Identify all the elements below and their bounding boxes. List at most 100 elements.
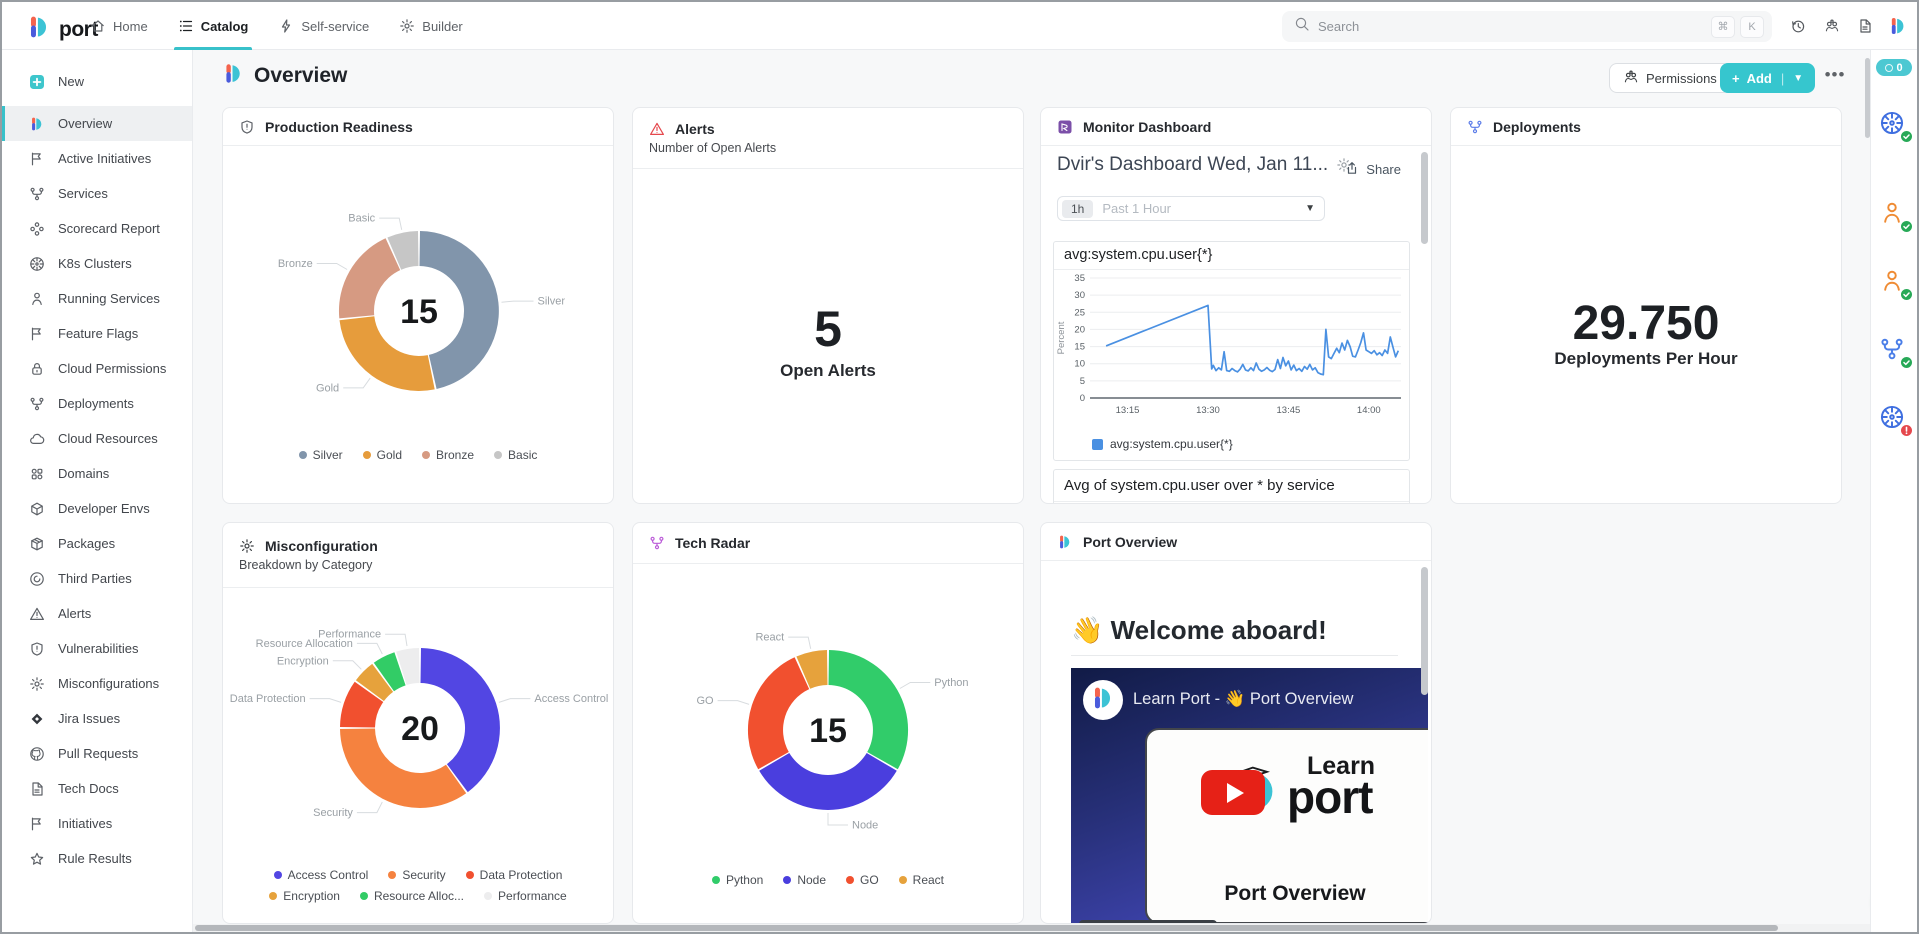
sidebar-item-services[interactable]: Services — [2, 176, 192, 211]
card-scrollbar[interactable] — [1421, 567, 1428, 695]
sidebar-item-cloud-permissions[interactable]: Cloud Permissions — [2, 351, 192, 386]
sidebar-item-domains[interactable]: Domains — [2, 456, 192, 491]
legend-dot — [783, 876, 791, 884]
svg-text:GO: GO — [696, 695, 714, 707]
alert-triangle-icon — [29, 606, 45, 622]
sidebar-item-cloud-resources[interactable]: Cloud Resources — [2, 421, 192, 456]
sidebar-item-initiatives[interactable]: Initiatives — [2, 806, 192, 841]
chart-legend: Access Control Security Data Protection Enc… — [223, 868, 613, 903]
sidebar: New Overview Active Initiatives Services Sco… — [2, 50, 193, 932]
rail-entity-person-ok[interactable] — [1879, 200, 1909, 230]
search-input[interactable]: Search ⌘ K — [1282, 11, 1772, 42]
legend-item[interactable]: React — [899, 873, 944, 887]
legend-item[interactable]: Security — [388, 868, 445, 882]
legend-item[interactable]: Python — [712, 873, 763, 887]
scorecard-icon — [29, 221, 45, 237]
port-logo[interactable]: port — [26, 14, 98, 45]
sidebar-item-running-services[interactable]: Running Services — [2, 281, 192, 316]
svg-text:10: 10 — [1074, 359, 1085, 370]
rail-entity-k8s-error[interactable] — [1879, 404, 1909, 434]
sidebar-item-deployments[interactable]: Deployments — [2, 386, 192, 421]
video-title[interactable]: Learn Port - 👋 Port Overview — [1133, 690, 1353, 709]
horizontal-scrollbar[interactable] — [193, 924, 1870, 932]
sidebar-item-pull-requests[interactable]: Pull Requests — [2, 736, 192, 771]
sidebar-item-label: Services — [58, 186, 108, 201]
panel-title: avg:system.cpu.user{*} — [1054, 242, 1409, 270]
sidebar-item-alerts[interactable]: Alerts — [2, 596, 192, 631]
misconfiguration-donut-chart[interactable]: Access ControlSecurityData ProtectionEnc… — [223, 590, 613, 862]
svg-text:Gold: Gold — [316, 382, 339, 394]
tab-self-service[interactable]: Self-service — [278, 2, 369, 50]
sidebar-item-jira-issues[interactable]: Jira Issues — [2, 701, 192, 736]
svg-text:20: 20 — [401, 710, 439, 748]
card-deployments: Deployments 29.750 Deployments Per Hour — [1450, 107, 1842, 504]
port-avatar[interactable] — [1888, 16, 1908, 36]
sidebar-item-new[interactable]: New — [2, 64, 192, 99]
status-ok-icon — [1900, 220, 1913, 233]
legend-item[interactable]: Encryption — [269, 889, 340, 903]
channel-avatar[interactable] — [1083, 680, 1123, 720]
history-icon[interactable] — [1788, 16, 1808, 36]
service-chart-panel: Avg of system.cpu.user over * by service — [1053, 469, 1410, 504]
legend-item[interactable]: Bronze — [422, 448, 474, 462]
legend-item[interactable]: Silver — [299, 448, 343, 462]
share-button[interactable]: Share — [1344, 160, 1401, 179]
sidebar-item-rule-results[interactable]: Rule Results — [2, 841, 192, 876]
sidebar-item-third-parties[interactable]: Third Parties — [2, 561, 192, 596]
sidebar-item-scorecard-report[interactable]: Scorecard Report — [2, 211, 192, 246]
tab-label: Builder — [422, 19, 462, 34]
tech-radar-donut-chart[interactable]: PythonNodeGOReact15 — [633, 564, 1023, 864]
rail-entity-k8s-ok[interactable] — [1879, 110, 1909, 140]
rail-entity-person-ok[interactable] — [1879, 268, 1909, 298]
more-options-button[interactable]: ••• — [1820, 60, 1850, 90]
tab-label: Catalog — [201, 19, 249, 34]
legend-item[interactable]: Data Protection — [466, 868, 563, 882]
svg-text:25: 25 — [1074, 307, 1085, 318]
legend-item[interactable]: Performance — [484, 889, 567, 903]
legend-item[interactable]: Basic — [494, 448, 537, 462]
svg-text:35: 35 — [1074, 273, 1085, 284]
legend-item[interactable]: Resource Alloc... — [360, 889, 464, 903]
sidebar-item-k8s-clusters[interactable]: K8s Clusters — [2, 246, 192, 281]
production-readiness-donut-chart[interactable]: SilverGoldBronzeBasic15 — [223, 146, 613, 446]
legend-item[interactable]: Node — [783, 873, 826, 887]
chevron-down-icon: ▼ — [1305, 203, 1315, 214]
sidebar-item-label: Overview — [58, 116, 112, 131]
tab-builder[interactable]: Builder — [399, 2, 462, 50]
sidebar-item-overview[interactable]: Overview — [2, 106, 192, 141]
cpu-line-chart[interactable]: 0510152025303513:1513:3013:4514:00Percen… — [1054, 270, 1409, 430]
sidebar-item-label: Packages — [58, 536, 115, 551]
status-rail: 0 — [1870, 50, 1917, 932]
notification-count: 0 — [1896, 62, 1902, 74]
team-icon[interactable] — [1822, 16, 1842, 36]
time-range-select[interactable]: 1h Past 1 Hour ▼ — [1057, 196, 1325, 221]
youtube-video-embed[interactable]: Learn Port - 👋 Port Overview Learn port … — [1071, 668, 1428, 924]
sidebar-item-packages[interactable]: Packages — [2, 526, 192, 561]
tab-home[interactable]: Home — [90, 2, 148, 50]
notification-badge[interactable]: 0 — [1876, 59, 1912, 76]
sidebar-item-vulnerabilities[interactable]: Vulnerabilities — [2, 631, 192, 666]
card-title: Alerts — [675, 121, 715, 137]
top-navbar: port Home Catalog Self-service Builder Sear… — [2, 2, 1917, 50]
add-button[interactable]: + Add | ▼ — [1720, 63, 1815, 93]
permissions-button[interactable]: Permissions — [1609, 63, 1731, 93]
svg-text:Node: Node — [852, 820, 878, 832]
legend-item[interactable]: Gold — [363, 448, 402, 462]
card-alerts: Alerts Number of Open Alerts 5 Open Aler… — [632, 107, 1024, 504]
sidebar-item-active-initiatives[interactable]: Active Initiatives — [2, 141, 192, 176]
sidebar-item-feature-flags[interactable]: Feature Flags — [2, 316, 192, 351]
legend-item[interactable]: Access Control — [274, 868, 369, 882]
document-icon[interactable] — [1855, 16, 1875, 36]
svg-text:15: 15 — [1074, 342, 1085, 353]
sidebar-item-tech-docs[interactable]: Tech Docs — [2, 771, 192, 806]
tab-catalog[interactable]: Catalog — [178, 2, 249, 50]
sidebar-item-developer-envs[interactable]: Developer Envs — [2, 491, 192, 526]
card-scrollbar[interactable] — [1421, 152, 1428, 244]
sidebar-item-misconfigurations[interactable]: Misconfigurations — [2, 666, 192, 701]
svg-text:13:15: 13:15 — [1116, 405, 1140, 416]
svg-text:Data Protection: Data Protection — [230, 693, 306, 705]
rail-entity-branch-ok[interactable] — [1879, 336, 1909, 366]
youtube-play-button[interactable] — [1201, 770, 1265, 815]
legend-item[interactable]: GO — [846, 873, 879, 887]
flag-icon — [29, 816, 45, 832]
